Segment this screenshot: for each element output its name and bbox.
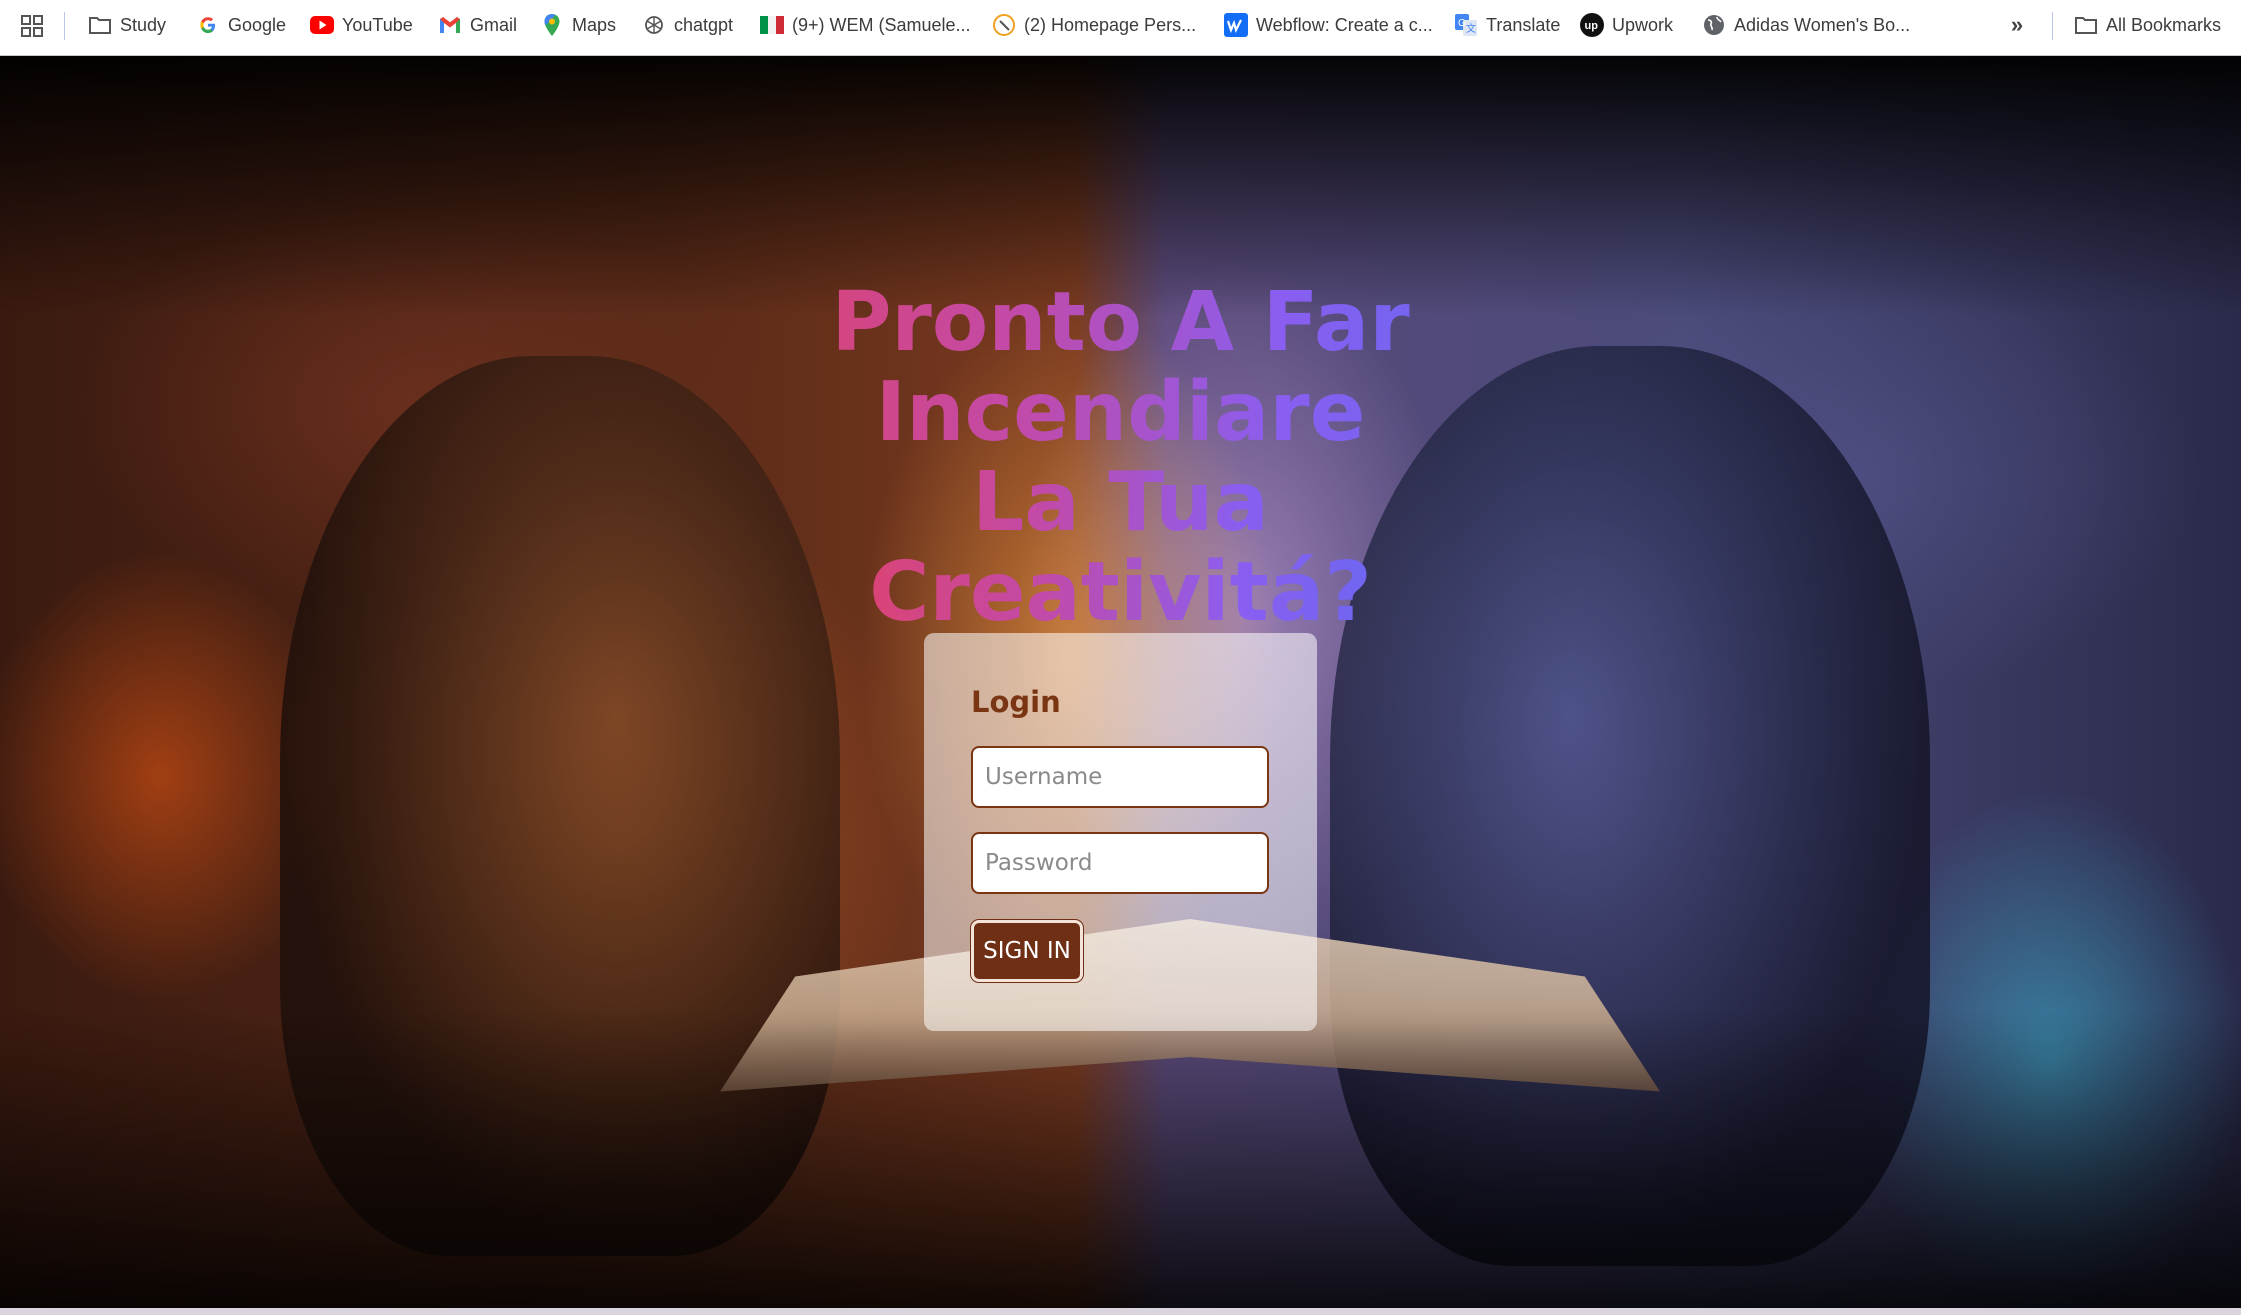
sign-in-button[interactable]: SIGN IN (971, 920, 1083, 982)
bookmark-label: Maps (572, 15, 617, 35)
bar-divider (64, 12, 65, 40)
password-input[interactable] (971, 832, 1269, 894)
hero-headline: Pronto A Far Incendiare La Tua Creativit… (0, 278, 2241, 638)
bookmark-label: Webflow: Create a c... (1256, 15, 1433, 35)
window-bottom-edge (0, 1308, 2241, 1315)
google-icon (196, 13, 220, 37)
bookmark-label: (2) Homepage Pers... (1024, 15, 1197, 35)
folder-icon (88, 13, 112, 37)
upwork-icon: up (1580, 13, 1604, 37)
bookmark-label: YouTube (342, 15, 413, 35)
bookmark-youtube[interactable]: YouTube (310, 0, 413, 50)
bookmark-maps[interactable]: Maps (540, 0, 616, 50)
globe-icon (1702, 13, 1726, 37)
bookmarks-bar: Study Google YouTube Gmail Maps chatgpt … (0, 0, 2241, 56)
gmail-icon (438, 13, 462, 37)
username-input[interactable] (971, 746, 1269, 808)
apps-grid-icon[interactable] (20, 14, 44, 38)
maps-pin-icon (540, 13, 564, 37)
folder-icon (2074, 13, 2098, 37)
login-title: Login (971, 685, 1061, 719)
bookmark-study[interactable]: Study (88, 0, 166, 50)
compass-icon (992, 13, 1016, 37)
bookmark-homepage[interactable]: (2) Homepage Pers... (992, 0, 1196, 50)
svg-text:文: 文 (1466, 22, 1476, 35)
bookmark-label: Upwork (1612, 15, 1674, 35)
bookmark-translate[interactable]: G 文 Translate (1454, 0, 1560, 50)
bookmark-label: Translate (1486, 15, 1561, 35)
chatgpt-icon (642, 13, 666, 37)
bookmark-gmail[interactable]: Gmail (438, 0, 517, 50)
translate-icon: G 文 (1454, 13, 1478, 37)
hero-shade (0, 1008, 2241, 1308)
hero-headline-line-2: La Tua Creativitá? (721, 458, 1521, 638)
all-bookmarks-button[interactable]: All Bookmarks (2074, 0, 2221, 50)
italy-flag-icon (760, 13, 784, 37)
all-bookmarks-label: All Bookmarks (2106, 15, 2222, 35)
login-card: Login SIGN IN (924, 633, 1317, 1031)
bookmark-wem[interactable]: (9+) WEM (Samuele... (760, 0, 971, 50)
bookmark-upwork[interactable]: up Upwork (1580, 0, 1673, 50)
bookmark-webflow[interactable]: Webflow: Create a c... (1224, 0, 1433, 50)
bookmark-label: chatgpt (674, 15, 734, 35)
bookmark-adidas[interactable]: Adidas Women's Bo... (1702, 0, 1910, 50)
hero-headline-line-1: Pronto A Far Incendiare (591, 278, 1651, 458)
bookmarks-overflow-chevron-icon[interactable]: » (2004, 12, 2030, 38)
bookmark-label: Study (120, 15, 167, 35)
bookmark-google[interactable]: Google (196, 0, 286, 50)
bookmark-chatgpt[interactable]: chatgpt (642, 0, 733, 50)
bar-divider (2052, 12, 2053, 40)
svg-text:up: up (1585, 20, 1599, 32)
webflow-icon (1224, 13, 1248, 37)
bookmark-label: Gmail (470, 15, 518, 35)
bookmark-label: Google (228, 15, 287, 35)
bookmark-label: Adidas Women's Bo... (1734, 15, 1911, 35)
bookmark-label: (9+) WEM (Samuele... (792, 15, 971, 35)
svg-text:G: G (1458, 18, 1466, 29)
youtube-icon (310, 13, 334, 37)
